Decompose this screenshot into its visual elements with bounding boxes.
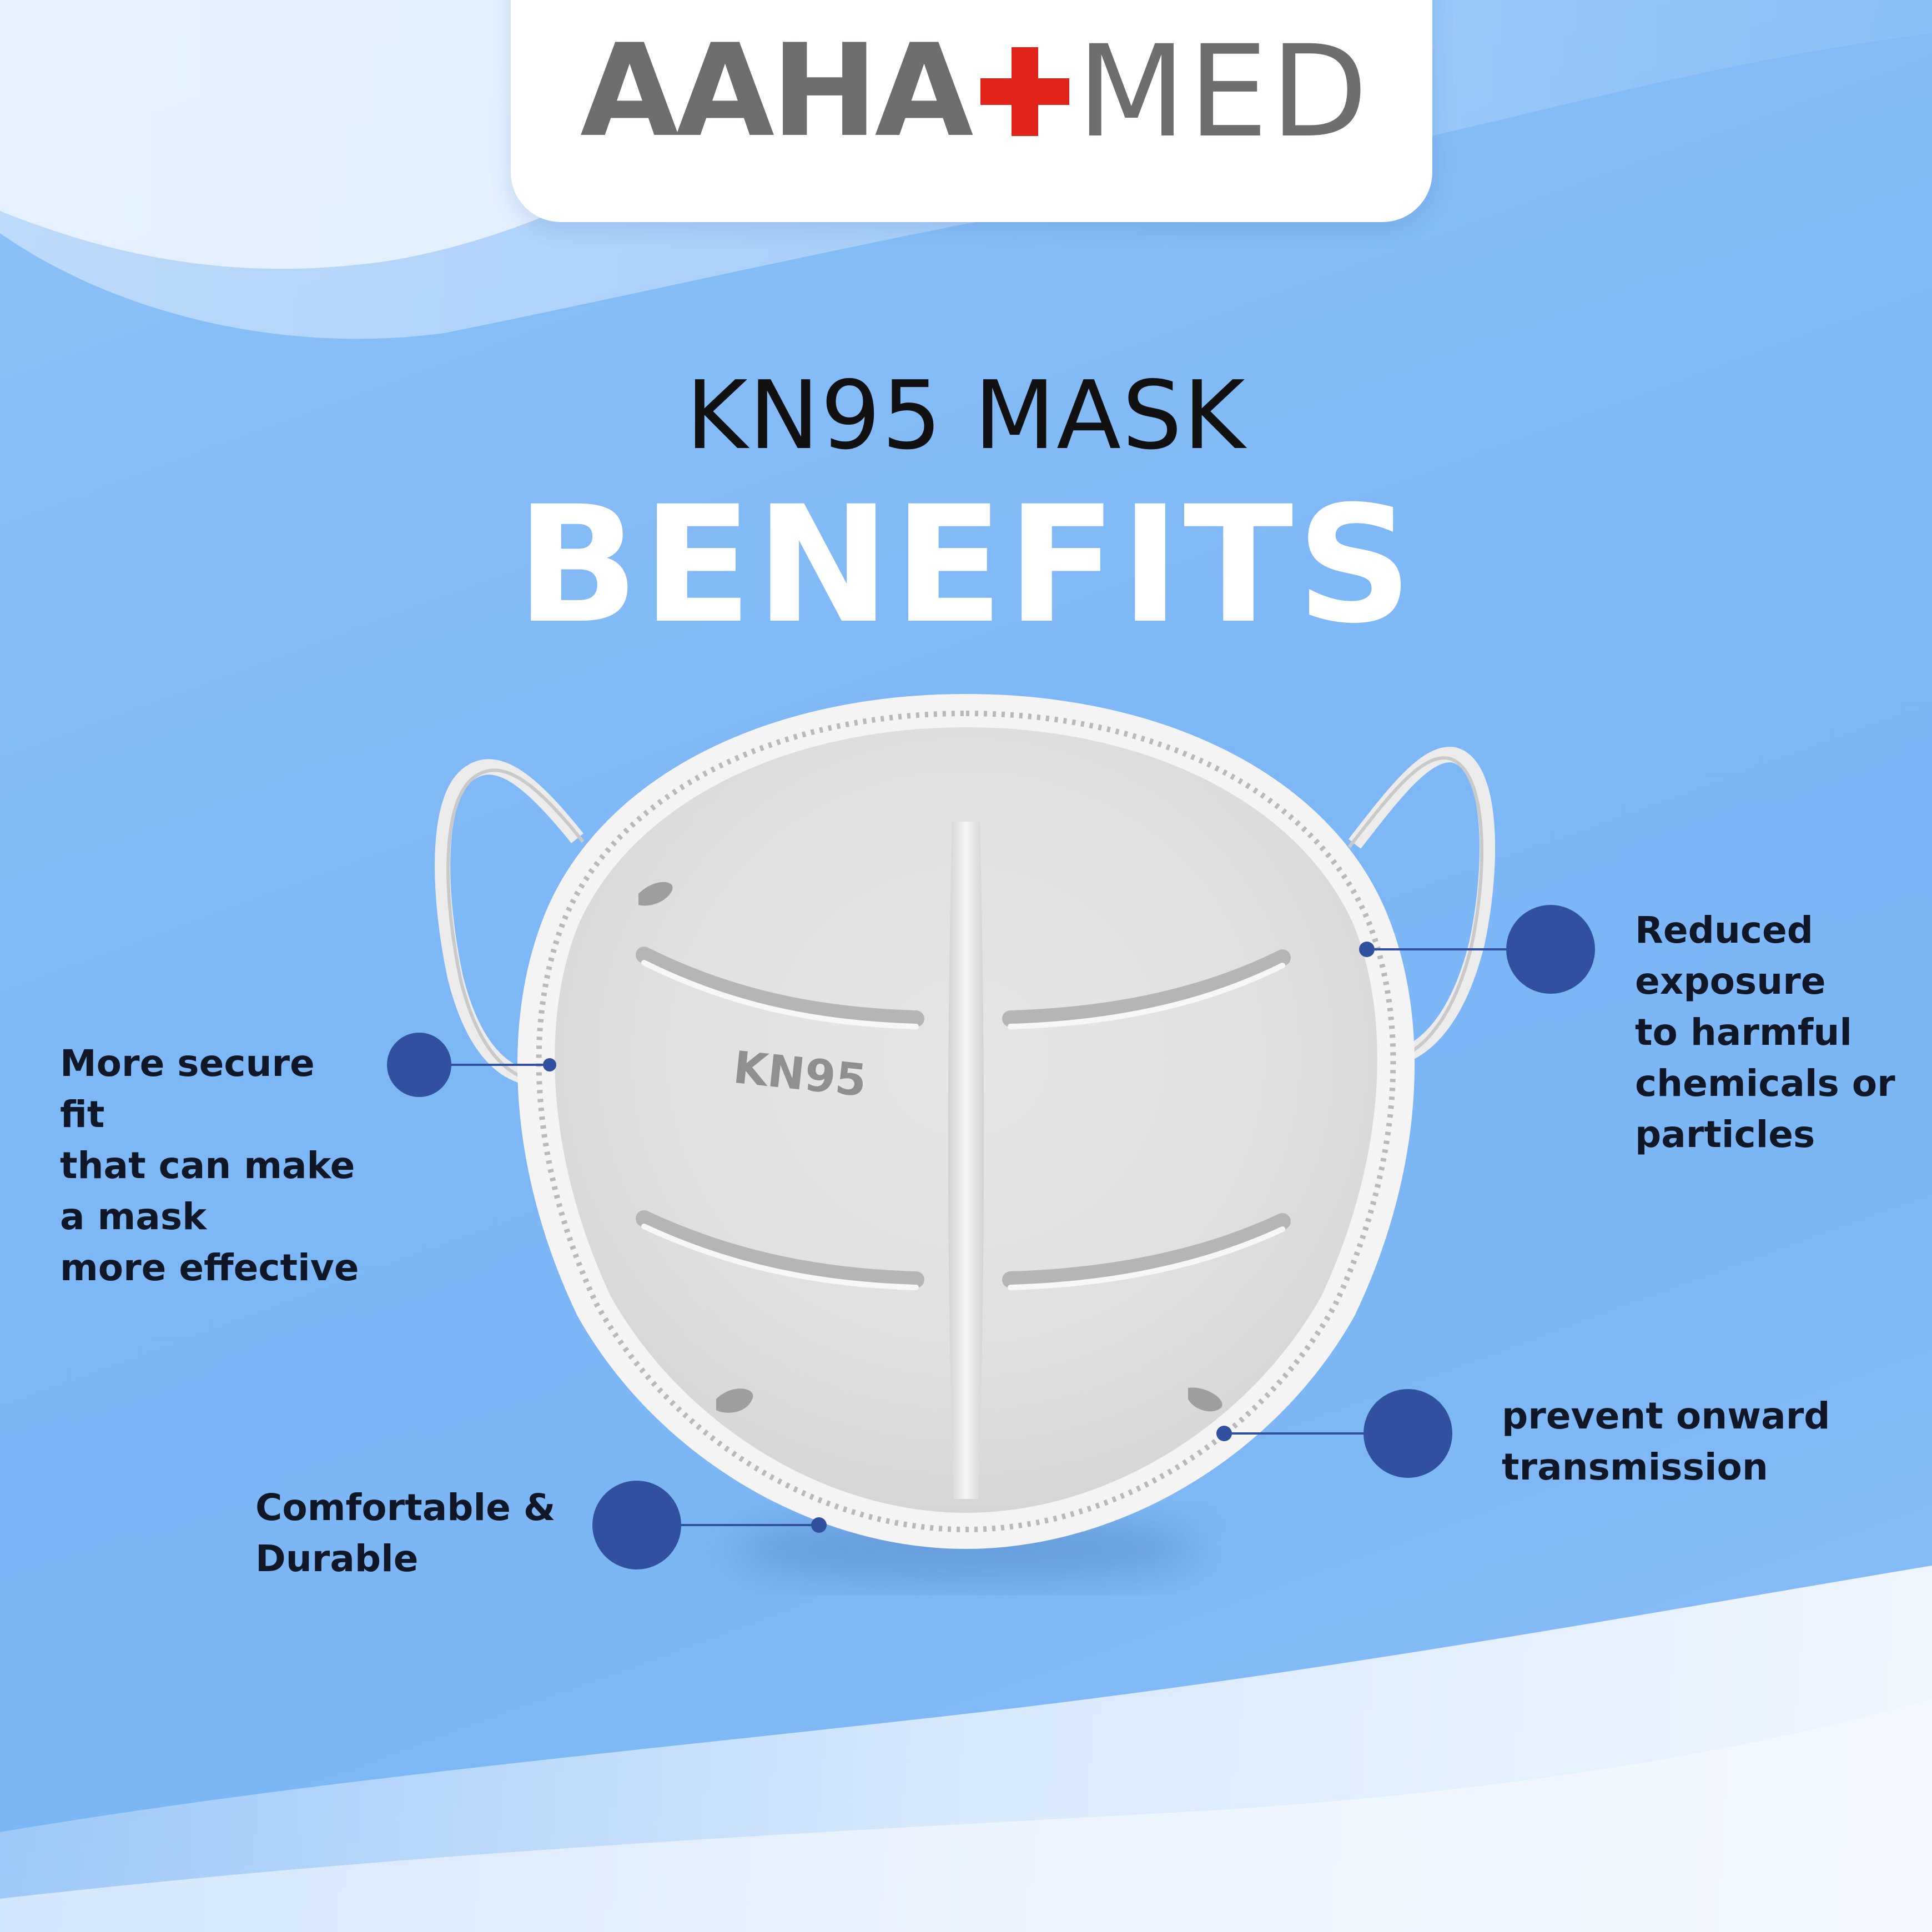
- benefit-reduced-exposure: Reduced exposure to harmful chemicals or…: [1635, 909, 1895, 1156]
- benefit-prevent-transmission: prevent onward transmission: [1502, 1395, 1830, 1488]
- benefit-secure-fit: More secure fit that can make a mask mor…: [60, 1042, 359, 1289]
- callout-dot-comfort: [592, 1481, 681, 1569]
- callout-dot-fit: [387, 1033, 451, 1097]
- callout-dot-onward: [1364, 1389, 1452, 1478]
- infographic-canvas: AAHA MED KN95 MASK BENEFITS KN95 More se…: [0, 0, 1932, 1932]
- benefit-comfortable-durable: Comfortable & Durable: [255, 1486, 556, 1580]
- callout-dot-exposure: [1506, 905, 1595, 994]
